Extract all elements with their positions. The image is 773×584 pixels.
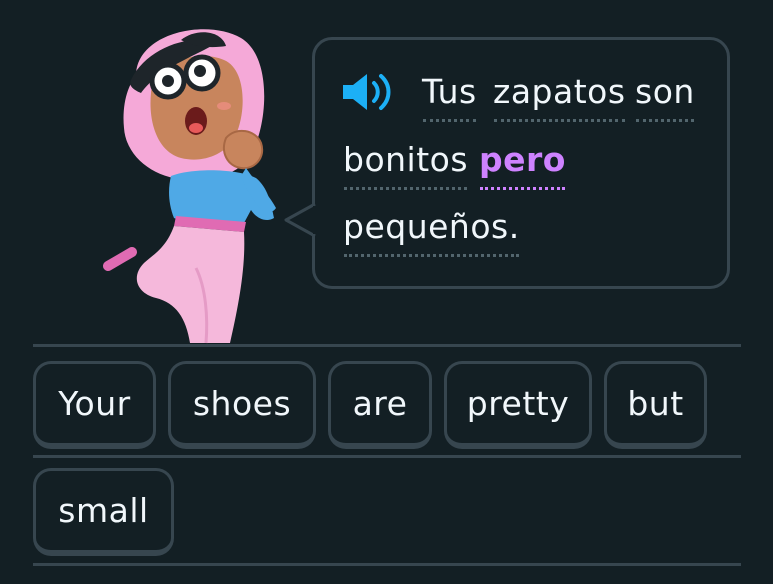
- word-tile-pretty[interactable]: pretty: [444, 361, 592, 449]
- answer-line: [33, 563, 741, 566]
- answer-line: [33, 455, 741, 458]
- speech-bubble-tail: [284, 202, 316, 238]
- prompt-word[interactable]: pequeños.: [343, 207, 520, 257]
- word-tile-small[interactable]: small: [33, 468, 174, 556]
- word-tile-but[interactable]: but: [604, 361, 707, 449]
- character-illustration: [103, 29, 276, 344]
- answer-line: [33, 344, 741, 347]
- prompt-word[interactable]: zapatos: [493, 72, 626, 122]
- word-tile-shoes[interactable]: shoes: [168, 361, 316, 449]
- prompt-word[interactable]: son: [635, 72, 695, 122]
- word-tile-are[interactable]: are: [328, 361, 432, 449]
- word-tile-your[interactable]: Your: [33, 361, 156, 449]
- prompt-word[interactable]: Tus: [422, 72, 477, 122]
- speaker-icon[interactable]: [341, 71, 399, 113]
- prompt-word[interactable]: bonitos: [343, 140, 468, 190]
- prompt-word-highlighted[interactable]: pero: [479, 140, 566, 190]
